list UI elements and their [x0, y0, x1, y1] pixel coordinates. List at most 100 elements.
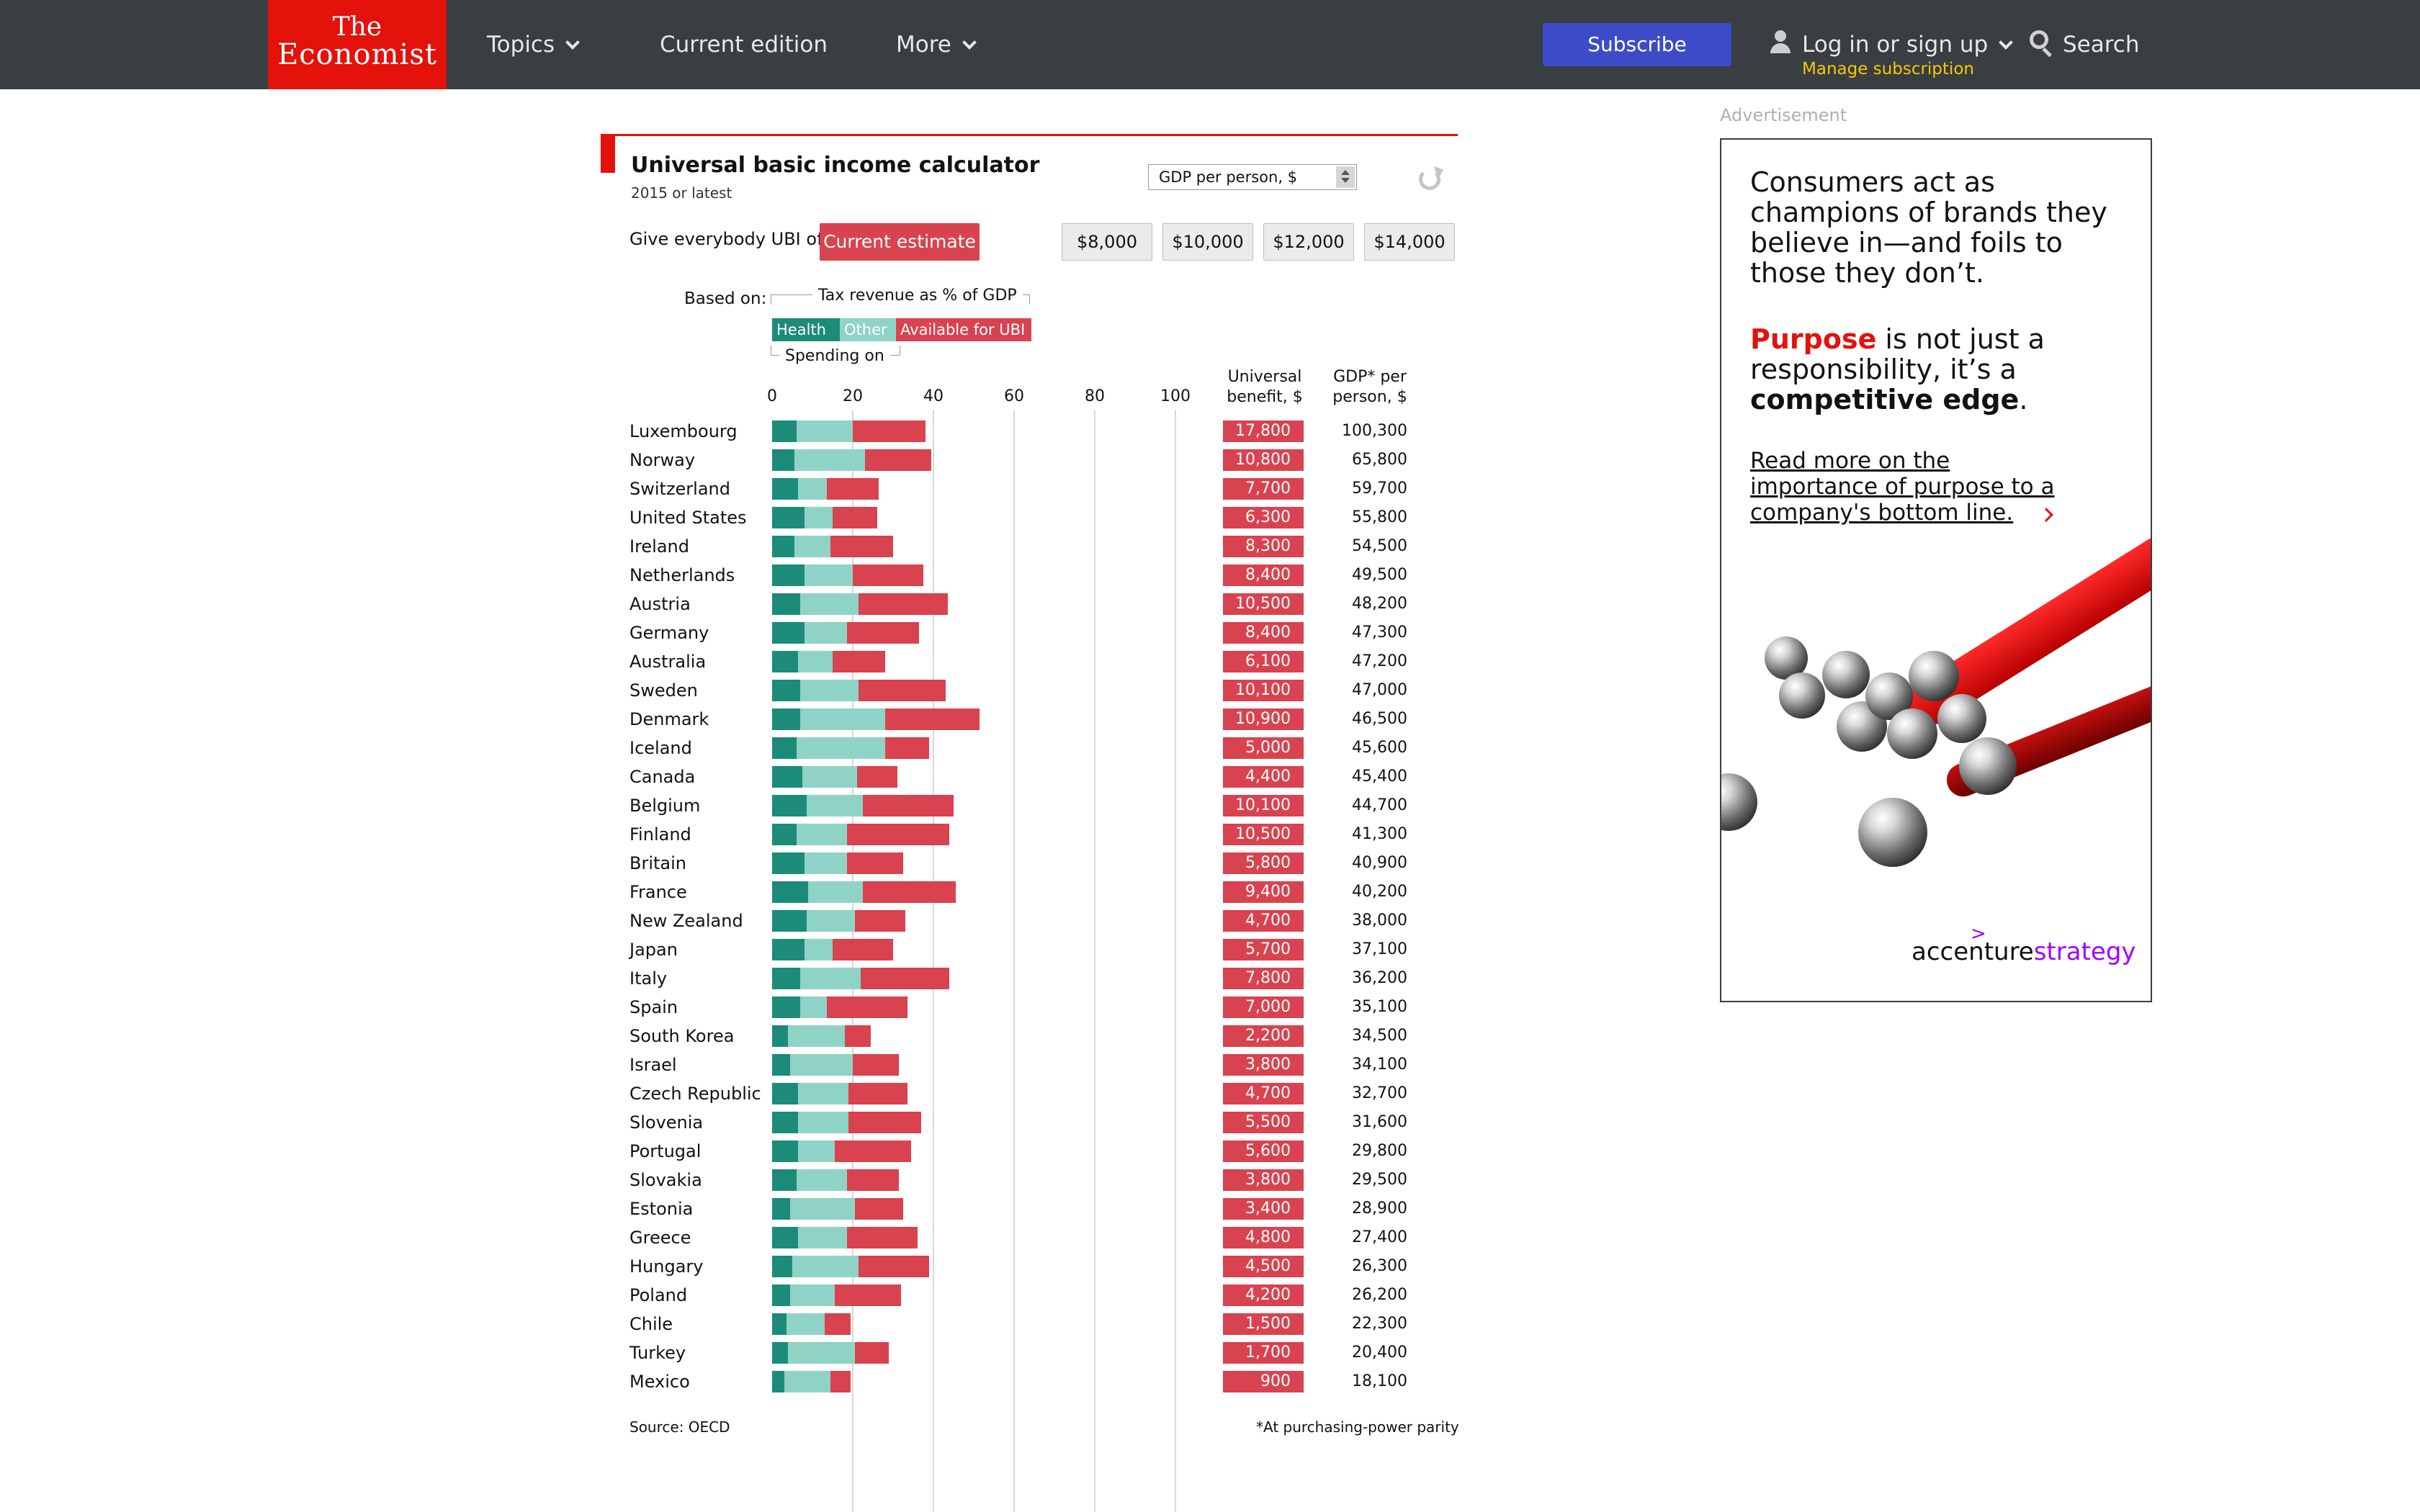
bar-health[interactable]	[772, 1169, 797, 1191]
login-menu[interactable]: Log in or sign up	[1802, 29, 2014, 60]
bar-other[interactable]	[798, 478, 827, 500]
bar-health[interactable]	[772, 737, 797, 759]
bar-health[interactable]	[772, 478, 799, 500]
bar-ubi[interactable]	[846, 1227, 918, 1248]
bar-ubi[interactable]	[833, 939, 893, 960]
bar-ubi[interactable]	[830, 536, 893, 557]
bar-health[interactable]	[772, 1313, 786, 1335]
bar-ubi[interactable]	[853, 1054, 900, 1076]
bar-other[interactable]	[804, 622, 847, 644]
bar-other[interactable]	[796, 420, 853, 442]
manage-subscription-link[interactable]: Manage subscription	[1802, 60, 1974, 78]
bar-health[interactable]	[772, 536, 794, 557]
bar-health[interactable]	[772, 766, 802, 788]
bar-ubi[interactable]	[824, 1313, 851, 1335]
bar-health[interactable]	[772, 939, 805, 960]
bar-health[interactable]	[772, 420, 797, 442]
bar-other[interactable]	[788, 1342, 855, 1364]
bar-ubi[interactable]	[854, 910, 905, 932]
advertisement[interactable]: Consumers act as champions of brands the…	[1720, 138, 2152, 1002]
bar-other[interactable]	[792, 1256, 859, 1277]
bar-other[interactable]	[796, 1169, 847, 1191]
current-estimate-button[interactable]: Current estimate	[820, 223, 980, 261]
search-link[interactable]: Search	[2063, 29, 2140, 60]
bar-health[interactable]	[772, 622, 805, 644]
nav-topics[interactable]: Topics	[487, 29, 581, 60]
bar-health[interactable]	[772, 1256, 792, 1277]
bar-health[interactable]	[772, 708, 801, 730]
bar-other[interactable]	[796, 824, 847, 845]
bar-health[interactable]	[772, 593, 801, 615]
bar-other[interactable]	[804, 507, 833, 528]
bar-other[interactable]	[800, 996, 827, 1018]
bar-health[interactable]	[772, 1371, 784, 1392]
amount-button-12000[interactable]: $12,000	[1263, 223, 1354, 261]
economist-logo[interactable]: The Economist	[268, 0, 447, 89]
bar-health[interactable]	[772, 1198, 791, 1220]
bar-other[interactable]	[806, 910, 855, 932]
bar-other[interactable]	[790, 1284, 835, 1306]
bar-ubi[interactable]	[834, 1140, 912, 1162]
bar-other[interactable]	[796, 737, 885, 759]
bar-other[interactable]	[804, 939, 833, 960]
bar-ubi[interactable]	[826, 996, 908, 1018]
bar-ubi[interactable]	[853, 564, 923, 586]
subscribe-button[interactable]: Subscribe	[1543, 23, 1731, 66]
bar-ubi[interactable]	[884, 737, 930, 759]
bar-other[interactable]	[798, 1112, 849, 1133]
bar-ubi[interactable]	[833, 651, 885, 672]
bar-health[interactable]	[772, 910, 807, 932]
bar-other[interactable]	[804, 852, 847, 874]
nav-more[interactable]: More	[896, 29, 977, 60]
bar-health[interactable]	[772, 507, 805, 528]
bar-ubi[interactable]	[864, 449, 932, 471]
bar-other[interactable]	[800, 593, 859, 615]
bar-ubi[interactable]	[854, 1198, 903, 1220]
sort-select[interactable]: GDP per person, $	[1148, 164, 1357, 190]
bar-health[interactable]	[772, 1112, 799, 1133]
bar-ubi[interactable]	[846, 824, 950, 845]
bar-other[interactable]	[784, 1371, 831, 1392]
bar-ubi[interactable]	[859, 1256, 930, 1277]
bar-ubi[interactable]	[846, 852, 903, 874]
bar-health[interactable]	[772, 1227, 799, 1248]
bar-ubi[interactable]	[884, 708, 980, 730]
bar-other[interactable]	[800, 680, 859, 701]
bar-ubi[interactable]	[848, 1112, 922, 1133]
bar-health[interactable]	[772, 1342, 789, 1364]
bar-ubi[interactable]	[830, 1371, 851, 1392]
bar-other[interactable]	[800, 708, 885, 730]
bar-other[interactable]	[794, 449, 865, 471]
bar-other[interactable]	[798, 1227, 847, 1248]
amount-button-10000[interactable]: $10,000	[1162, 223, 1253, 261]
bar-other[interactable]	[804, 564, 853, 586]
bar-health[interactable]	[772, 1284, 791, 1306]
bar-health[interactable]	[772, 1054, 791, 1076]
amount-button-8000[interactable]: $8,000	[1062, 223, 1152, 261]
bar-ubi[interactable]	[854, 1342, 889, 1364]
bar-health[interactable]	[772, 1083, 799, 1104]
bar-ubi[interactable]	[834, 1284, 902, 1306]
bar-ubi[interactable]	[848, 1083, 908, 1104]
bar-ubi[interactable]	[861, 968, 950, 989]
bar-ubi[interactable]	[863, 795, 954, 816]
bar-ubi[interactable]	[846, 1169, 900, 1191]
bar-other[interactable]	[798, 1140, 835, 1162]
bar-ubi[interactable]	[826, 478, 879, 500]
bar-ubi[interactable]	[833, 507, 877, 528]
bar-health[interactable]	[772, 564, 805, 586]
bar-other[interactable]	[798, 651, 833, 672]
bar-ubi[interactable]	[844, 1025, 871, 1047]
bar-health[interactable]	[772, 1140, 799, 1162]
bar-other[interactable]	[790, 1198, 855, 1220]
bar-ubi[interactable]	[859, 593, 948, 615]
bar-health[interactable]	[772, 651, 799, 672]
bar-other[interactable]	[786, 1313, 825, 1335]
bar-health[interactable]	[772, 824, 797, 845]
bar-health[interactable]	[772, 996, 801, 1018]
bar-other[interactable]	[790, 1054, 853, 1076]
bar-ubi[interactable]	[856, 766, 897, 788]
bar-other[interactable]	[802, 766, 857, 788]
bar-health[interactable]	[772, 968, 801, 989]
bar-health[interactable]	[772, 852, 805, 874]
